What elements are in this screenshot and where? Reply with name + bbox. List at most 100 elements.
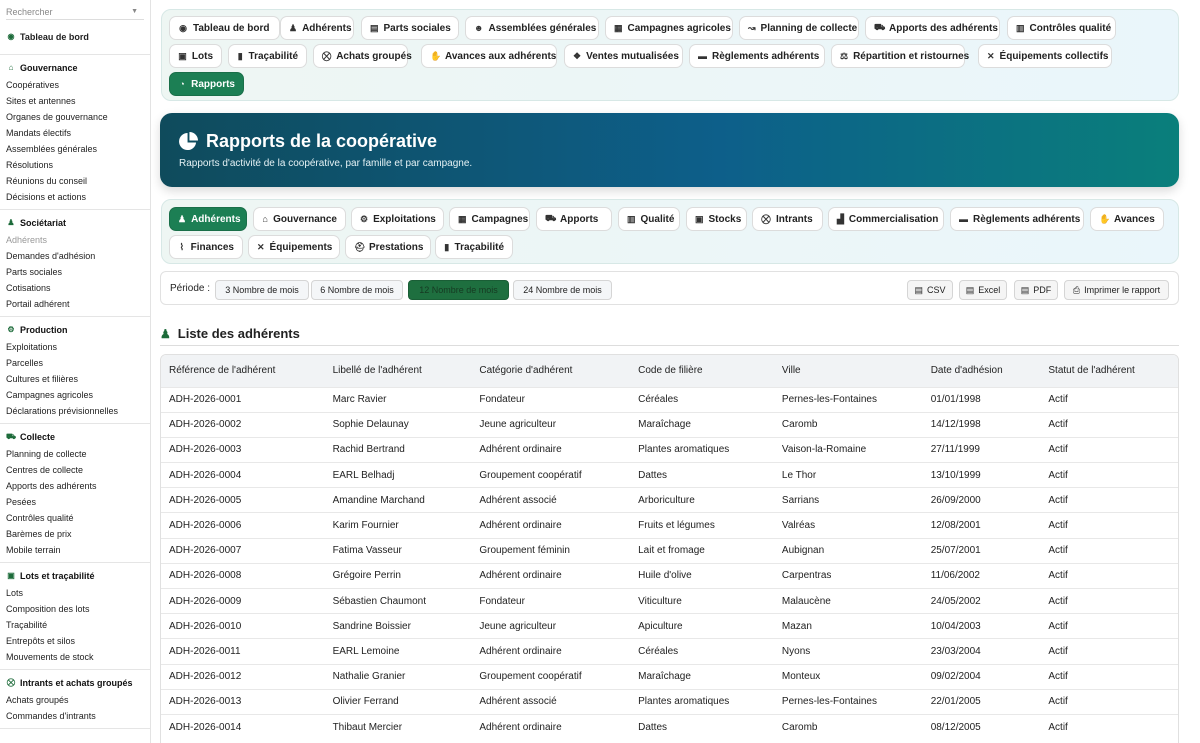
- nav-pill[interactable]: ◔ Rapports: [169, 72, 244, 96]
- nav-pill[interactable]: ▣ Stocks: [686, 207, 747, 231]
- table-row[interactable]: ADH-2026-0010 Sandrine Boissier Jeune agri…: [161, 613, 1178, 639]
- nav-pill[interactable]: ⌇ Finances: [169, 235, 243, 259]
- nav-pill[interactable]: ▬ Règlements adhérents: [689, 44, 825, 68]
- sidebar-item[interactable]: Apports des adhérents: [0, 478, 150, 494]
- sidebar-search[interactable]: Rechercher ▼: [6, 4, 144, 20]
- export-button[interactable]: ▤ PDF: [1014, 280, 1058, 300]
- sidebar-item[interactable]: Parts sociales: [0, 264, 150, 280]
- column-header[interactable]: Référence de l'adhérent: [161, 355, 325, 387]
- sidebar-item[interactable]: Résolutions: [0, 157, 150, 173]
- sidebar-group-header[interactable]: ⛒ Intrants et achats groupés: [0, 676, 150, 692]
- sidebar-item[interactable]: Coopératives: [0, 77, 150, 93]
- sidebar-item[interactable]: Adhérents: [0, 232, 150, 248]
- nav-pill[interactable]: ❖ Ventes mutualisées: [564, 44, 683, 68]
- nav-pill[interactable]: ☻ Assemblées générales: [465, 16, 599, 40]
- period-option[interactable]: 3 Nombre de mois: [215, 280, 309, 300]
- sidebar-item[interactable]: Demandes d'adhésion: [0, 248, 150, 264]
- period-option[interactable]: 12 Nombre de mois: [408, 280, 509, 300]
- nav-pill[interactable]: ✋ Avances: [1090, 207, 1164, 231]
- sidebar-item[interactable]: Sites et antennes: [0, 93, 150, 109]
- sidebar-item[interactable]: Assemblées générales: [0, 141, 150, 157]
- table-row[interactable]: ADH-2026-0014 Thibaut Mercier Adhérent ord…: [161, 713, 1178, 740]
- nav-pill[interactable]: ◉ Tableau de bord: [169, 16, 280, 40]
- column-header[interactable]: Statut de l'adhérent: [1040, 355, 1178, 387]
- sidebar-item[interactable]: Lots: [0, 585, 150, 601]
- sidebar-group-header[interactable]: ⛟ Collecte: [0, 430, 150, 446]
- nav-pill[interactable]: ▟ Commercialisation: [828, 207, 944, 231]
- caret-down-icon[interactable]: ▼: [131, 8, 138, 15]
- sidebar-item[interactable]: Pesées: [0, 494, 150, 510]
- period-option[interactable]: 6 Nombre de mois: [311, 280, 403, 300]
- sidebar-item[interactable]: Planning de collecte: [0, 446, 150, 462]
- sidebar-item[interactable]: Barèmes de prix: [0, 526, 150, 542]
- nav-pill[interactable]: ⛒ Intrants: [752, 207, 823, 231]
- sidebar-group-header[interactable]: ♟ Sociétariat: [0, 216, 150, 232]
- nav-pill[interactable]: ⛟ Apports: [536, 207, 612, 231]
- table-row[interactable]: ADH-2026-0012 Nathalie Granier Groupement …: [161, 663, 1178, 690]
- export-button[interactable]: ▤ CSV: [907, 280, 953, 300]
- nav-pill[interactable]: ✋ Avances aux adhérents: [421, 44, 557, 68]
- nav-pill[interactable]: ⚖ Répartition et ristournes: [831, 44, 969, 68]
- nav-pill[interactable]: ⛑ Prestations: [345, 235, 431, 259]
- nav-pill[interactable]: ♟ Adhérents: [169, 207, 247, 231]
- sidebar-item[interactable]: Traçabilité: [0, 617, 150, 633]
- column-header[interactable]: Catégorie d'adhérent: [471, 355, 631, 387]
- nav-pill[interactable]: ✕ Équipements: [248, 235, 340, 259]
- sidebar-item[interactable]: Mobile terrain: [0, 542, 150, 558]
- nav-pill[interactable]: ⛟ Apports des adhérents: [865, 16, 1000, 40]
- export-button[interactable]: ⎙ Imprimer le rapport: [1064, 280, 1169, 300]
- table-row[interactable]: ADH-2026-0005 Amandine Marchand Adhérent a…: [161, 487, 1178, 513]
- nav-pill[interactable]: ⚙ Exploitations: [351, 207, 444, 231]
- sidebar-item[interactable]: Entrepôts et silos: [0, 633, 150, 649]
- nav-pill[interactable]: ▥ Qualité: [618, 207, 680, 231]
- sidebar-group-header[interactable]: ⚙ Production: [0, 323, 150, 339]
- sidebar-item[interactable]: Organes de gouvernance: [0, 109, 150, 125]
- table-row[interactable]: ADH-2026-0009 Sébastien Chaumont Fondateur…: [161, 587, 1178, 614]
- table-row[interactable]: ADH-2026-0008 Grégoire Perrin Adhérent ord…: [161, 562, 1178, 589]
- sidebar-item[interactable]: Centres de collecte: [0, 462, 150, 478]
- column-header[interactable]: Libellé de l'adhérent: [324, 355, 472, 387]
- table-row[interactable]: ADH-2026-0007 Fatima Vasseur Groupement fé…: [161, 537, 1178, 564]
- nav-pill[interactable]: ✕ Équipements collectifs: [978, 44, 1112, 68]
- sidebar-item[interactable]: Parcelles: [0, 355, 150, 371]
- sidebar-item[interactable]: Contrôles qualité: [0, 510, 150, 526]
- nav-pill[interactable]: ↝ Planning de collecte: [739, 16, 859, 40]
- nav-pill[interactable]: ▮ Traçabilité: [435, 235, 513, 259]
- sidebar-item[interactable]: Composition des lots: [0, 601, 150, 617]
- sidebar-item[interactable]: Déclarations prévisionnelles: [0, 403, 150, 419]
- table-row[interactable]: ADH-2026-0003 Rachid Bertrand Adhérent ord…: [161, 436, 1178, 463]
- nav-pill[interactable]: ⌂ Gouvernance: [253, 207, 346, 231]
- nav-pill[interactable]: ▥ Contrôles qualité: [1007, 16, 1116, 40]
- export-button[interactable]: ▤ Excel: [959, 280, 1007, 300]
- sidebar-item[interactable]: Décisions et actions: [0, 189, 150, 205]
- nav-pill[interactable]: ▬ Règlements adhérents: [950, 207, 1084, 231]
- column-header[interactable]: Code de filière: [630, 355, 774, 387]
- column-header[interactable]: Date d'adhésion: [922, 355, 1041, 387]
- sidebar-item[interactable]: Exploitations: [0, 339, 150, 355]
- table-row[interactable]: ADH-2026-0011 EARL Lemoine Adhérent ordina…: [161, 638, 1178, 665]
- sidebar-group-header[interactable]: ▣ Lots et traçabilité: [0, 569, 150, 585]
- period-option[interactable]: 24 Nombre de mois: [513, 280, 612, 300]
- nav-pill[interactable]: ▤ Parts sociales: [361, 16, 459, 40]
- sidebar-group-header[interactable]: ⌂ Gouvernance: [0, 61, 150, 77]
- nav-pill[interactable]: ⛒ Achats groupés: [313, 44, 412, 68]
- table-row[interactable]: ADH-2026-0002 Sophie Delaunay Jeune agricu…: [161, 411, 1178, 438]
- sidebar-item[interactable]: Campagnes agricoles: [0, 387, 150, 403]
- sidebar-item[interactable]: Mandats électifs: [0, 125, 150, 141]
- sidebar-item[interactable]: Commandes d'intrants: [0, 708, 150, 724]
- nav-pill[interactable]: ▦ Campagnes: [449, 207, 530, 231]
- table-row[interactable]: ADH-2026-0013 Olivier Ferrand Adhérent ass…: [161, 688, 1178, 715]
- table-row[interactable]: ADH-2026-0006 Karim Fournier Adhérent ordi…: [161, 512, 1178, 539]
- sidebar-item[interactable]: Réunions du conseil: [0, 173, 150, 189]
- sidebar-item[interactable]: Achats groupés: [0, 692, 150, 708]
- sidebar-item[interactable]: Mouvements de stock: [0, 649, 150, 665]
- nav-pill[interactable]: ♟ Adhérents: [280, 16, 354, 40]
- sidebar-item[interactable]: Cotisations: [0, 280, 150, 296]
- sidebar-item[interactable]: Portail adhérent: [0, 296, 150, 312]
- column-header[interactable]: Ville: [773, 355, 923, 387]
- nav-pill[interactable]: ▦ Campagnes agricoles: [605, 16, 733, 40]
- table-row[interactable]: ADH-2026-0004 EARL Belhadj Groupement coop…: [161, 462, 1178, 488]
- table-row[interactable]: ADH-2026-0001 Marc Ravier Fondateur Céréale…: [161, 386, 1178, 413]
- sidebar-item-dashboard[interactable]: ◉ Tableau de bord: [0, 28, 150, 55]
- nav-pill[interactable]: ▮ Traçabilité: [228, 44, 307, 68]
